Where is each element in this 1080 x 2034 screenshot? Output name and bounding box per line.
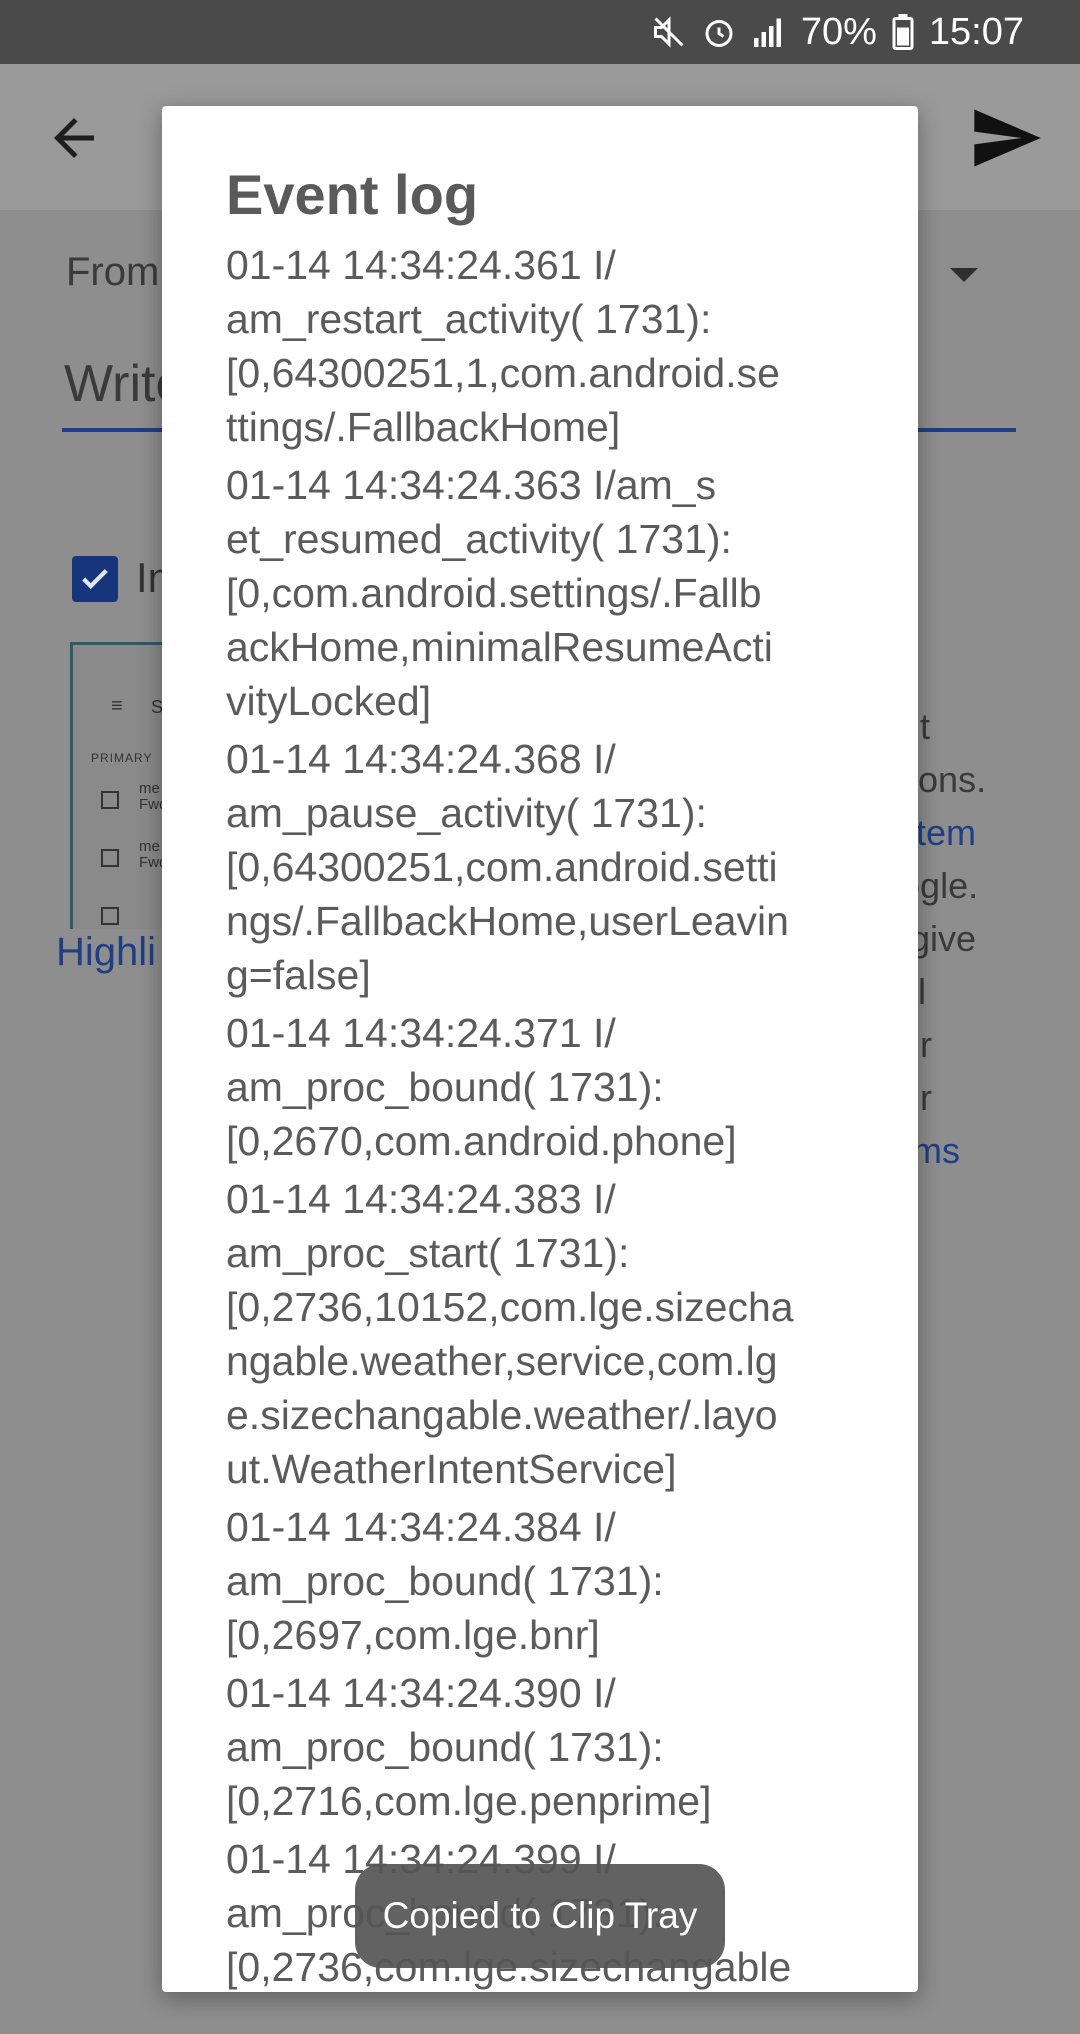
send-icon [974, 109, 1041, 167]
thumb-section-label: PRIMARY [91, 751, 153, 765]
event-log-dialog: Event log 01-14 14:34:24.361 I/ am_resta… [162, 106, 918, 1992]
log-entry[interactable]: 01-14 14:34:24.361 I/ am_restart_activit… [226, 238, 862, 454]
signal-icon [751, 14, 787, 50]
thumb-checkbox [101, 907, 119, 925]
include-screenshot-checkbox[interactable] [72, 556, 118, 602]
send-button[interactable] [966, 100, 1046, 176]
mute-icon [651, 14, 687, 50]
highlight-link[interactable]: Highli [56, 930, 156, 975]
log-entry[interactable]: 01-14 14:34:24.368 I/ am_pause_activity(… [226, 732, 862, 1002]
log-entry[interactable]: 01-14 14:34:24.363 I/am_s et_resumed_act… [226, 458, 862, 728]
toast-message: Copied to Clip Tray [355, 1864, 725, 1968]
from-label: From [66, 250, 160, 294]
back-button[interactable] [44, 108, 104, 168]
battery-icon [891, 14, 915, 50]
check-icon [82, 568, 108, 590]
back-arrow-icon [54, 118, 94, 158]
clock: 15:07 [928, 10, 1024, 53]
event-log-list[interactable]: 01-14 14:34:24.361 I/ am_restart_activit… [226, 238, 862, 1992]
thumb-checkbox [101, 791, 119, 809]
thumb-checkbox [101, 849, 119, 867]
alarm-icon [701, 14, 737, 50]
log-entry[interactable]: 01-14 14:34:24.384 I/ am_proc_bound( 173… [226, 1500, 862, 1662]
battery-percent: 70% [800, 10, 877, 53]
dialog-title: Event log [226, 163, 479, 226]
log-entry[interactable]: 01-14 14:34:24.383 I/ am_proc_start( 173… [226, 1172, 862, 1496]
menu-icon: ≡ [111, 695, 123, 717]
log-entry[interactable]: 01-14 14:34:24.371 I/ am_proc_bound( 173… [226, 1006, 862, 1168]
log-entry[interactable]: 01-14 14:34:24.390 I/ am_proc_bound( 173… [226, 1666, 862, 1828]
from-dropdown-icon[interactable] [950, 268, 978, 282]
status-bar: 70% 15:07 [0, 0, 1080, 64]
